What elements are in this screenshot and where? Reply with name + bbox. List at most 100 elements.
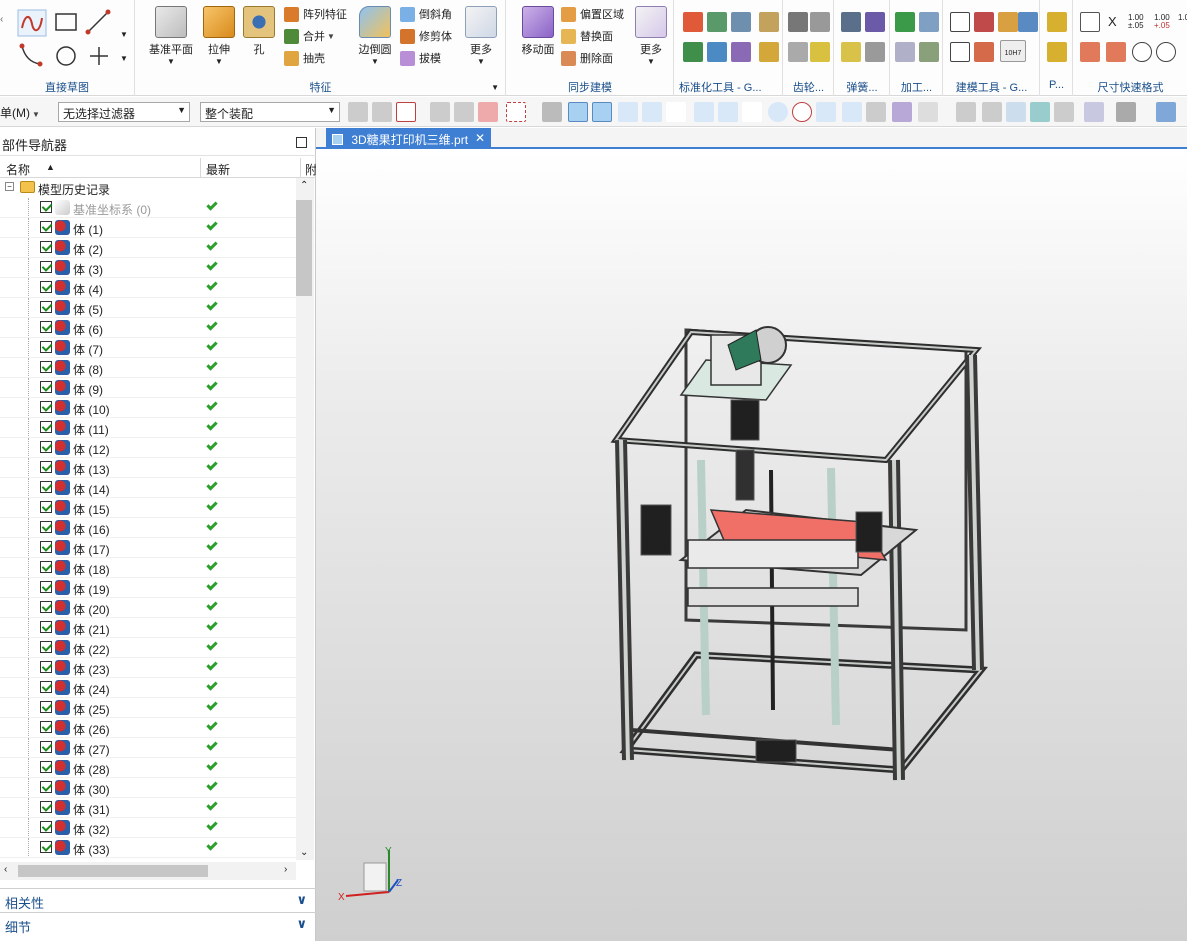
- scroll-up-icon[interactable]: ⌃: [300, 180, 308, 191]
- visibility-checkbox[interactable]: [40, 541, 52, 553]
- scroll-thumb[interactable]: [296, 200, 312, 296]
- shell-button[interactable]: 抽壳: [284, 48, 325, 68]
- view-1-icon[interactable]: [542, 102, 562, 122]
- trim-body-button[interactable]: 修剪体: [400, 26, 452, 46]
- p-tool-2-icon[interactable]: [1047, 42, 1067, 62]
- rect-select-icon[interactable]: [506, 102, 526, 122]
- tree-row[interactable]: 体 (9): [0, 378, 296, 398]
- details-panel[interactable]: 细节 ∨: [0, 912, 316, 935]
- visibility-checkbox[interactable]: [40, 661, 52, 673]
- build-5-icon[interactable]: [950, 42, 970, 62]
- menu-button[interactable]: 单(M) ▼: [0, 104, 40, 121]
- visibility-checkbox[interactable]: [40, 821, 52, 833]
- spring-4-icon[interactable]: [865, 42, 885, 62]
- dependencies-panel[interactable]: 相关性 ∨: [0, 888, 316, 911]
- tree-row[interactable]: 体 (13): [0, 458, 296, 478]
- std-tool-4-icon[interactable]: [759, 12, 779, 32]
- diameter-2-icon[interactable]: [1156, 42, 1176, 62]
- spring-2-icon[interactable]: [865, 12, 885, 32]
- move-face-button[interactable]: 移动面: [513, 4, 563, 74]
- replace-face-button[interactable]: 替换面: [561, 26, 613, 46]
- visibility-checkbox[interactable]: [40, 241, 52, 253]
- visibility-checkbox[interactable]: [40, 301, 52, 313]
- visibility-checkbox[interactable]: [40, 381, 52, 393]
- tree-row[interactable]: 体 (17): [0, 538, 296, 558]
- tree-row[interactable]: 体 (6): [0, 318, 296, 338]
- tree-row[interactable]: 体 (2): [0, 238, 296, 258]
- snap-perp-icon[interactable]: [742, 102, 762, 122]
- dim-3-icon[interactable]: [1106, 42, 1126, 62]
- horizontal-scrollbar[interactable]: ‹ ›: [0, 862, 296, 880]
- snap-5-icon[interactable]: [478, 102, 498, 122]
- gear-icon[interactable]: [788, 12, 808, 32]
- tree-row[interactable]: 体 (23): [0, 658, 296, 678]
- snap-arc-icon[interactable]: [666, 102, 686, 122]
- build-3-icon[interactable]: [998, 12, 1018, 32]
- snap-center-icon[interactable]: [768, 102, 788, 122]
- tree-row[interactable]: 体 (22): [0, 638, 296, 658]
- tree-row[interactable]: 体 (3): [0, 258, 296, 278]
- visibility-checkbox[interactable]: [40, 701, 52, 713]
- assembly-scope-select[interactable]: 整个装配 ▼: [200, 102, 340, 122]
- std-tool-6-icon[interactable]: [707, 42, 727, 62]
- snap-quadrant-icon[interactable]: [792, 102, 812, 122]
- view-fit-icon[interactable]: [956, 102, 976, 122]
- visibility-checkbox[interactable]: [40, 781, 52, 793]
- delete-face-button[interactable]: 删除面: [561, 48, 613, 68]
- scroll-right-icon[interactable]: ›: [284, 864, 287, 875]
- dim-2-icon[interactable]: [1080, 42, 1100, 62]
- view-pan-icon[interactable]: [1030, 102, 1050, 122]
- visibility-checkbox[interactable]: [40, 481, 52, 493]
- tree-row[interactable]: 体 (4): [0, 278, 296, 298]
- visibility-checkbox[interactable]: [40, 201, 52, 213]
- sync-more-button[interactable]: 更多 ▼: [631, 4, 671, 74]
- process-icon[interactable]: [895, 12, 915, 32]
- view-3-icon[interactable]: [592, 102, 612, 122]
- gear-4-icon[interactable]: [810, 42, 830, 62]
- graphics-viewport[interactable]: Y X Z: [316, 150, 1187, 941]
- render-style-icon[interactable]: [1116, 102, 1136, 122]
- visibility-checkbox[interactable]: [40, 401, 52, 413]
- collapse-caret-icon[interactable]: ‹: [0, 14, 8, 25]
- tree-row[interactable]: 基准坐标系 (0): [0, 198, 296, 218]
- tree-row[interactable]: 体 (10): [0, 398, 296, 418]
- tree-row[interactable]: 体 (27): [0, 738, 296, 758]
- dim-tol-2-button[interactable]: 1.00 +.05: [1154, 14, 1170, 30]
- build-4-icon[interactable]: [1018, 12, 1038, 32]
- spring-3-icon[interactable]: [841, 42, 861, 62]
- sketch-more-dropdown[interactable]: ▼: [120, 30, 128, 39]
- snap-1-icon[interactable]: [348, 102, 368, 122]
- document-tab[interactable]: 3D糖果打印机三维.prt ✕: [326, 128, 491, 149]
- fit-tolerance-button[interactable]: 10H7: [1000, 40, 1026, 62]
- visibility-checkbox[interactable]: [40, 421, 52, 433]
- datum-plane-button[interactable]: 基准平面 ▼: [146, 4, 196, 74]
- tree-row[interactable]: 体 (24): [0, 678, 296, 698]
- unite-button[interactable]: 合并 ▼: [284, 26, 335, 46]
- process-2-icon[interactable]: [919, 12, 939, 32]
- visibility-checkbox[interactable]: [40, 561, 52, 573]
- tree-row[interactable]: 体 (28): [0, 758, 296, 778]
- visibility-checkbox[interactable]: [40, 461, 52, 473]
- visibility-checkbox[interactable]: [40, 441, 52, 453]
- column-latest[interactable]: 最新: [206, 161, 230, 178]
- snap-intersect-icon[interactable]: [842, 102, 862, 122]
- tree-row[interactable]: 体 (33): [0, 838, 296, 858]
- layer-icon[interactable]: [1084, 102, 1104, 122]
- hscroll-thumb[interactable]: [18, 865, 208, 877]
- snap-bounded-icon[interactable]: [892, 102, 912, 122]
- std-tool-5-icon[interactable]: [683, 42, 703, 62]
- snap-grid-icon[interactable]: [918, 102, 938, 122]
- feature-more-button[interactable]: 更多 ▼: [460, 4, 502, 74]
- tree-row[interactable]: 体 (1): [0, 218, 296, 238]
- snap-end-icon[interactable]: [694, 102, 714, 122]
- dim-tol-1-button[interactable]: 1.00 ±.05: [1128, 14, 1144, 30]
- visibility-checkbox[interactable]: [40, 681, 52, 693]
- snap-point-icon[interactable]: [816, 102, 836, 122]
- p-tool-icon[interactable]: [1047, 12, 1067, 32]
- visibility-checkbox[interactable]: [40, 281, 52, 293]
- tree-row[interactable]: 体 (21): [0, 618, 296, 638]
- tree-row[interactable]: 体 (5): [0, 298, 296, 318]
- snap-line-icon[interactable]: [618, 102, 638, 122]
- visibility-checkbox[interactable]: [40, 581, 52, 593]
- visibility-checkbox[interactable]: [40, 641, 52, 653]
